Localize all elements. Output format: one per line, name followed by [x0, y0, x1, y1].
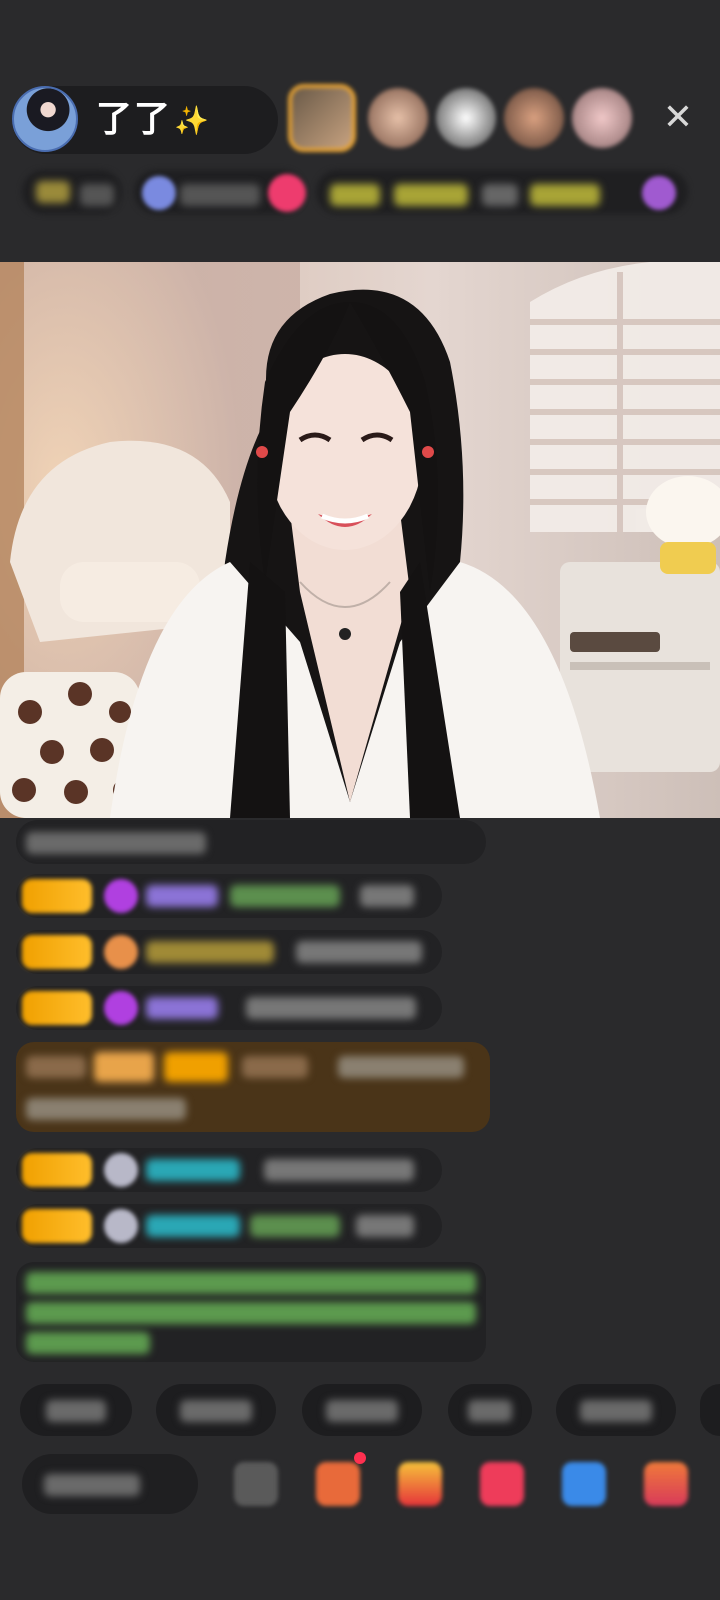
event-icon: [642, 176, 676, 210]
viewer-avatar[interactable]: [572, 88, 632, 148]
comment-username[interactable]: [146, 1159, 240, 1181]
comment-text: [26, 832, 206, 854]
close-icon[interactable]: ✕: [656, 96, 700, 140]
viewer-avatar[interactable]: [368, 88, 428, 148]
top-viewer-avatar[interactable]: [288, 84, 356, 152]
event-text: [394, 184, 468, 206]
comment-text: [296, 941, 422, 963]
sparkle-icon: ✨: [174, 104, 209, 137]
chat-input-placeholder: [44, 1474, 140, 1496]
comment-text: [230, 885, 340, 907]
system-message-text: [26, 1302, 476, 1324]
avatar-icon: [104, 1209, 138, 1243]
video-frame: [0, 262, 720, 818]
level-badge: [22, 1209, 92, 1243]
quick-reply-chip[interactable]: [700, 1384, 720, 1436]
chip-label: [180, 1400, 252, 1422]
chip-label: [46, 1400, 106, 1422]
host-avatar[interactable]: [12, 86, 78, 152]
comment-username[interactable]: [146, 885, 218, 907]
event-text: [330, 184, 380, 206]
rank-badge: [36, 181, 70, 203]
comment-username[interactable]: [146, 997, 218, 1019]
event-text: [482, 184, 518, 206]
heart-icon[interactable]: [268, 174, 306, 212]
fan-badge: [94, 1052, 154, 1082]
avatar-icon: [104, 1153, 138, 1187]
chip-label: [468, 1400, 512, 1422]
comment-text: [26, 1098, 186, 1120]
level-badge: [22, 935, 92, 969]
comment-username[interactable]: [146, 941, 274, 963]
rank-text: [80, 184, 114, 206]
chat-bubble-icon[interactable]: [562, 1462, 606, 1506]
comment-text: [356, 1215, 414, 1237]
fans-text: [180, 184, 260, 206]
level-badge: [22, 991, 92, 1025]
comment-username[interactable]: [242, 1056, 308, 1078]
comment-username[interactable]: [146, 1215, 240, 1237]
viewer-avatar[interactable]: [436, 88, 496, 148]
comment-text: [338, 1056, 464, 1078]
comment-text: [26, 1056, 86, 1078]
medal-icon: [104, 935, 138, 969]
comment-text: [246, 997, 416, 1019]
event-text: [530, 184, 600, 206]
red-packet-icon[interactable]: [398, 1462, 442, 1506]
live-video[interactable]: [0, 262, 720, 818]
notification-dot: [354, 1452, 366, 1464]
heart-gift-icon[interactable]: [480, 1462, 524, 1506]
level-badge: [22, 879, 92, 913]
viewer-avatar[interactable]: [504, 88, 564, 148]
system-message-text: [26, 1272, 476, 1294]
comment-text: [264, 1159, 414, 1181]
gift-icon[interactable]: [644, 1462, 688, 1506]
comment-text: [250, 1215, 340, 1237]
more-icon[interactable]: [234, 1462, 278, 1506]
gift-box-icon[interactable]: [316, 1462, 360, 1506]
fan-club-icon: [142, 176, 176, 210]
comment-text: [360, 885, 414, 907]
diamond-icon: [104, 879, 138, 913]
chip-label: [326, 1400, 398, 1422]
level-badge: [164, 1052, 228, 1082]
host-name: 了了: [96, 99, 173, 140]
system-message-text: [26, 1332, 150, 1354]
level-badge: [22, 1153, 92, 1187]
chip-label: [580, 1400, 652, 1422]
diamond-icon: [104, 991, 138, 1025]
